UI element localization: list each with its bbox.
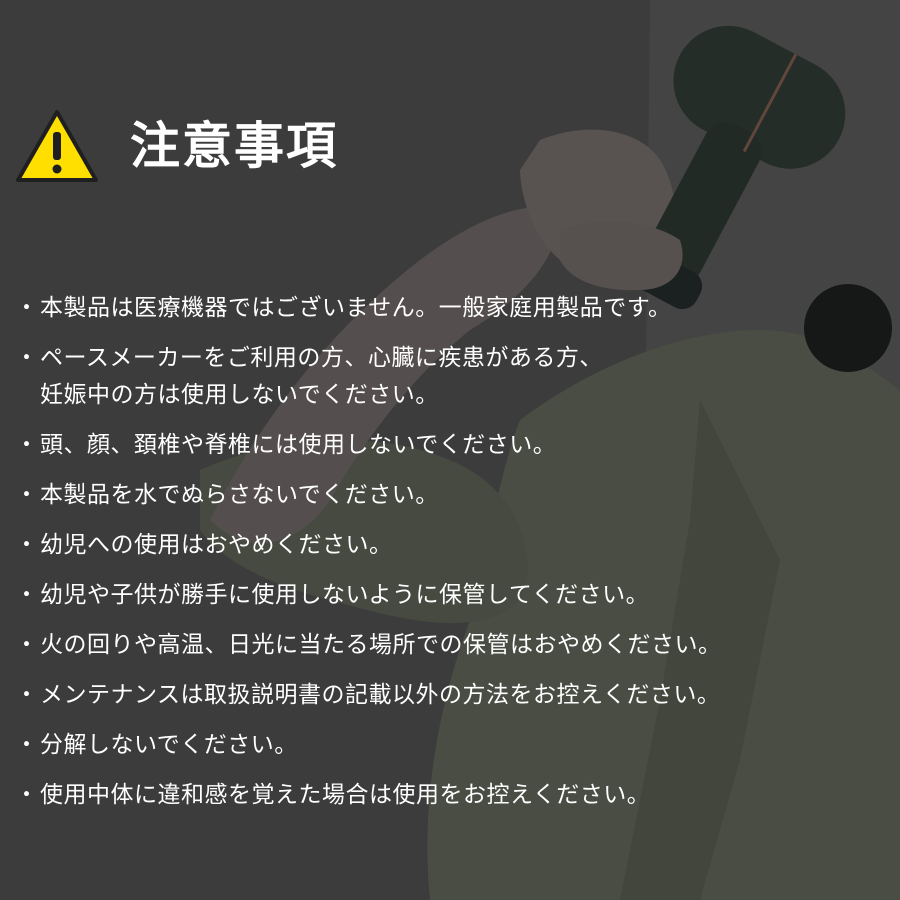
caution-text: 幼児への使用はおやめください。 <box>40 532 393 558</box>
heading: 注意事項 <box>14 108 338 184</box>
page-title: 注意事項 <box>130 117 338 175</box>
bullet: ・ <box>15 295 39 321</box>
caution-item: ・ 使用中体に違和感を覚えた場合は使用をお控えください。 <box>0 777 900 814</box>
caution-text: 本製品は医療機器ではございません。一般家庭用製品です。 <box>40 295 672 321</box>
caution-item: ・ ペースメーカーをご利用の方、心臓に疾患がある方、 妊娠中の方は使用しないでく… <box>0 340 900 414</box>
caution-text: メンテナンスは取扱説明書の記載以外の方法をお控えください。 <box>40 682 721 708</box>
caution-text: 火の回りや高温、日光に当たる場所での保管はおやめください。 <box>40 632 722 658</box>
caution-item: ・ 頭、顔、頚椎や脊椎には使用しないでください。 <box>0 427 900 464</box>
caution-text: 使用中体に違和感を覚えた場合は使用をお控えください。 <box>40 782 651 808</box>
bullet: ・ <box>15 432 39 458</box>
caution-item: ・ 本製品を水でぬらさないでください。 <box>0 477 900 514</box>
caution-item: ・ 火の回りや高温、日光に当たる場所での保管はおやめください。 <box>0 627 900 664</box>
caution-list: ・ 本製品は医療機器ではございません。一般家庭用製品です。 ・ ペースメーカーを… <box>0 290 900 814</box>
notice-panel: 注意事項 ・ 本製品は医療機器ではございません。一般家庭用製品です。 ・ ペース… <box>0 0 900 900</box>
caution-text: 本製品を水でぬらさないでください。 <box>40 482 439 508</box>
caution-item: ・ 幼児への使用はおやめください。 <box>0 527 900 564</box>
caution-text: 分解しないでください。 <box>40 732 298 758</box>
bullet: ・ <box>15 532 39 558</box>
caution-text-continued: 妊娠中の方は使用しないでください。 <box>40 382 439 408</box>
warning-icon <box>16 110 98 182</box>
caution-text: 頭、顔、頚椎や脊椎には使用しないでください。 <box>40 432 557 458</box>
bullet: ・ <box>15 632 39 658</box>
caution-item: ・ 本製品は医療機器ではございません。一般家庭用製品です。 <box>0 290 900 327</box>
bullet: ・ <box>15 582 39 608</box>
caution-item: ・ メンテナンスは取扱説明書の記載以外の方法をお控えください。 <box>0 677 900 714</box>
bullet: ・ <box>15 782 39 808</box>
bullet: ・ <box>15 682 39 708</box>
caution-item: ・ 幼児や子供が勝手に使用しないように保管してください。 <box>0 577 900 614</box>
caution-item: ・ 分解しないでください。 <box>0 727 900 764</box>
bullet: ・ <box>15 482 39 508</box>
bullet: ・ <box>15 345 39 371</box>
caution-text: 幼児や子供が勝手に使用しないように保管してください。 <box>40 582 650 608</box>
caution-text: ペースメーカーをご利用の方、心臓に疾患がある方、 <box>40 345 603 371</box>
bullet: ・ <box>15 732 39 758</box>
